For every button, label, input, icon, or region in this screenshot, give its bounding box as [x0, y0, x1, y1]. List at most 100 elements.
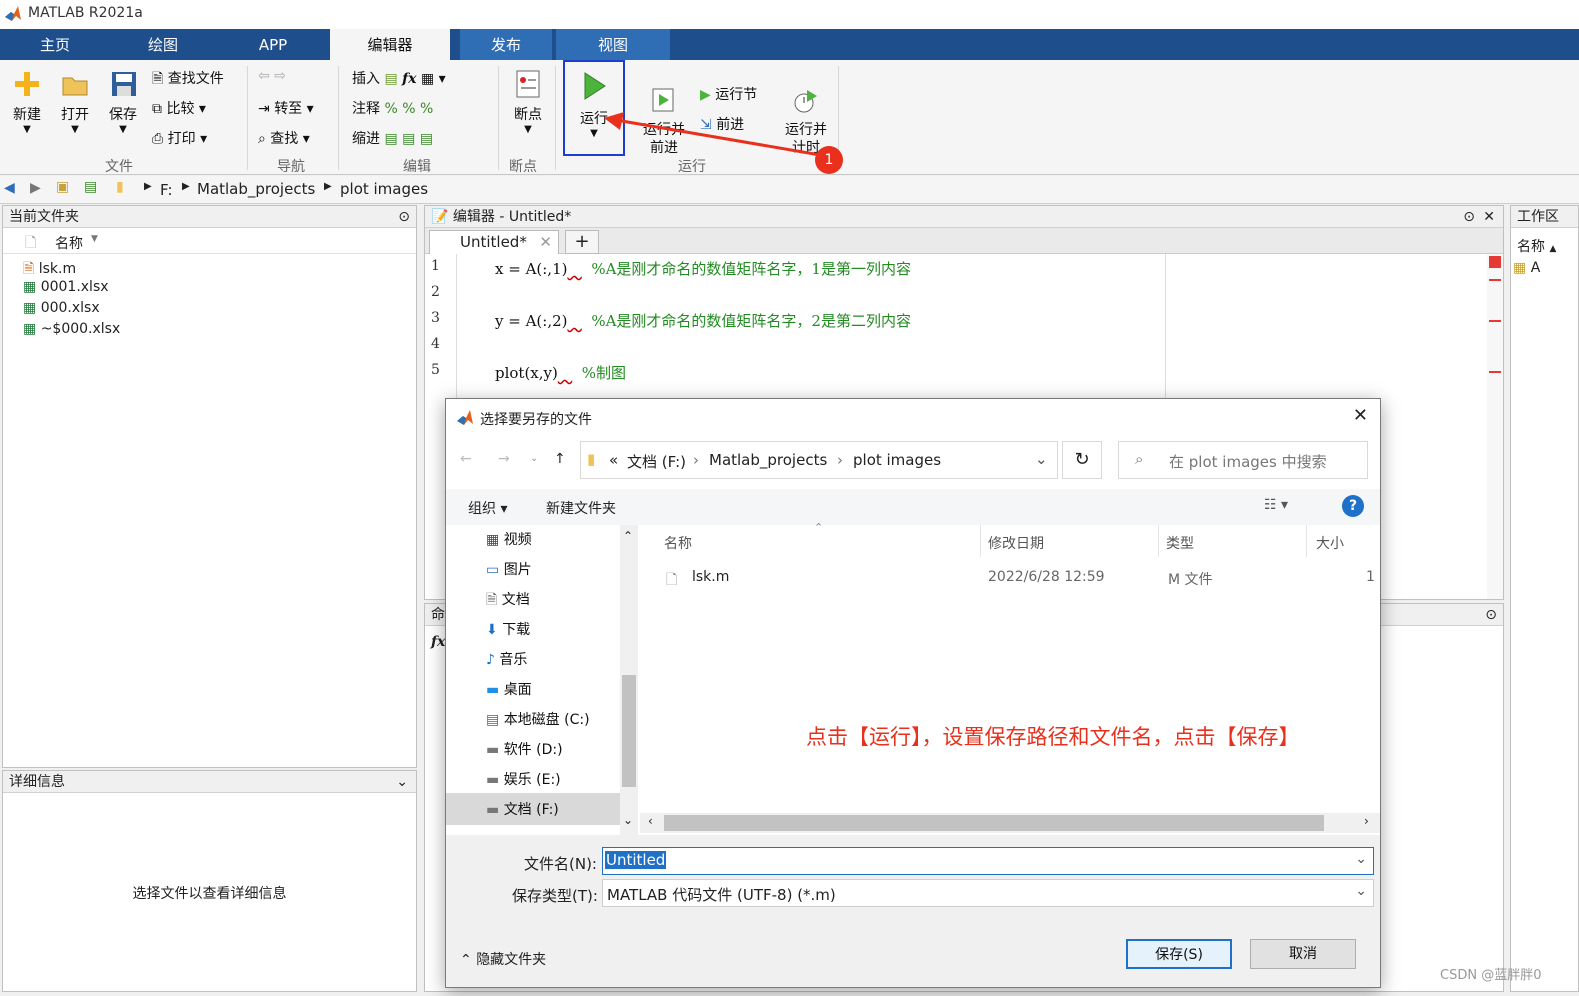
error-indicator[interactable] — [1489, 256, 1501, 268]
nav-item-drive-c[interactable]: ▤ 本地磁盘 (C:) — [486, 705, 590, 735]
nav-item-drive-e[interactable]: ▬ 娱乐 (E:) — [486, 765, 561, 795]
save-button[interactable]: 保存(S) — [1126, 939, 1232, 969]
chevron-down-icon[interactable]: ⌄ — [623, 813, 633, 827]
view-options-icon[interactable]: ☷ ▾ — [1264, 497, 1288, 513]
chevron-down-icon[interactable]: ⌄ — [1355, 883, 1367, 899]
breadcrumb-folder[interactable]: plot images — [340, 180, 428, 198]
goto-button[interactable]: ⇥ 转至 ▾ — [258, 98, 314, 118]
filename-field[interactable]: Untitled ⌄ — [602, 847, 1374, 875]
open-button[interactable]: 打开 ▼ — [56, 68, 94, 135]
chevron-down-icon[interactable]: ⌄ — [1035, 450, 1048, 468]
indent-button[interactable]: 缩进 ▤ ▤ ▤ — [352, 128, 433, 148]
new-folder-button[interactable]: 新建文件夹 — [546, 498, 616, 518]
compare-button[interactable]: ⧉ 比较 ▾ — [152, 98, 206, 118]
table-row[interactable]: 🗋 lsk.m 2022/6/28 12:59 M 文件 1 — [660, 565, 1375, 593]
forward-icon[interactable]: → — [498, 451, 510, 467]
browse-folder-icon[interactable]: ▤ — [84, 179, 97, 195]
nav-item-drive-f[interactable]: ▬ 文档 (F:) — [486, 795, 559, 825]
close-tab-icon[interactable]: ✕ — [539, 231, 552, 253]
warning-mark[interactable] — [1489, 279, 1501, 281]
nav-item-documents[interactable]: 🗎 文档 — [486, 585, 530, 615]
tab-publish[interactable]: 发布 — [460, 29, 552, 60]
new-button[interactable]: 新建 ▼ — [8, 68, 46, 135]
warning-mark[interactable] — [1489, 320, 1501, 322]
column-header-date[interactable]: 修改日期 — [988, 533, 1044, 553]
hide-folders-toggle[interactable]: ⌃ 隐藏文件夹 — [460, 949, 546, 969]
help-icon[interactable]: ? — [1342, 495, 1364, 517]
up-folder-icon[interactable]: ▣ — [56, 179, 69, 195]
chevron-right-icon[interactable]: › — [1364, 814, 1369, 828]
tab-view[interactable]: 视图 — [556, 29, 670, 60]
recent-chevron-icon[interactable]: ⌄ — [530, 453, 538, 464]
chevron-up-icon[interactable]: ⌃ — [623, 529, 633, 543]
forward-icon[interactable]: ▶ — [30, 180, 41, 196]
back-forward-buttons[interactable]: ⇦ ⇨ — [258, 68, 286, 84]
breadcrumb-folder[interactable]: Matlab_projects — [197, 180, 315, 198]
back-icon[interactable]: ◀ — [4, 180, 15, 196]
path-overflow[interactable]: « — [609, 451, 618, 469]
warning-bar[interactable] — [1487, 254, 1503, 599]
nav-item-desktop[interactable]: ▬ 桌面 — [486, 675, 532, 705]
path-segment[interactable]: plot images — [853, 451, 941, 469]
column-header-name[interactable]: 名称 — [664, 533, 692, 553]
refresh-icon[interactable]: ↻ — [1062, 441, 1102, 479]
code-line[interactable]: x = A(:,1) %A是刚才命名的数值矩阵名字，1是第一列内容 — [495, 258, 911, 279]
organize-button[interactable]: 组织 ▾ — [468, 498, 507, 518]
warning-mark[interactable] — [1489, 371, 1501, 373]
workspace-variable[interactable]: ▦ A — [1511, 256, 1578, 280]
save-button[interactable]: 保存 ▼ — [104, 68, 142, 135]
tab-editor[interactable]: 编辑器 — [330, 29, 450, 60]
fx-prompt-icon[interactable]: fx — [431, 634, 445, 650]
list-item[interactable]: ▦ 0001.xlsx — [23, 279, 109, 295]
workspace-column[interactable]: 名称 ▲ — [1511, 228, 1578, 256]
nav-item-videos[interactable]: ▦ 视频 — [486, 525, 532, 555]
variable-name: A — [1530, 260, 1541, 276]
chevron-down-icon[interactable]: ⌄ — [396, 771, 408, 793]
path-bar[interactable]: ▮ « 文档 (F:) › Matlab_projects › plot ima… — [580, 441, 1058, 479]
nav-item-drive-d[interactable]: ▬ 软件 (D:) — [486, 735, 563, 765]
column-header[interactable]: 🗋 名称 ▼ — [3, 228, 416, 254]
list-item[interactable]: ▦ 000.xlsx — [23, 300, 100, 316]
insert-label: 插入 — [352, 71, 380, 87]
tab-home[interactable]: 主页 — [10, 29, 100, 60]
tab-apps[interactable]: APP — [228, 29, 318, 60]
horizontal-scrollbar[interactable]: ‹ › — [640, 813, 1380, 833]
new-tab-button[interactable]: + — [565, 230, 599, 254]
nav-item-music[interactable]: ♪ 音乐 — [486, 645, 527, 675]
details-header[interactable]: 详细信息 ⌄ — [3, 771, 416, 793]
path-segment[interactable]: Matlab_projects — [709, 451, 827, 469]
nav-item-pictures[interactable]: ▭ 图片 — [486, 555, 532, 585]
filetype-select[interactable]: MATLAB 代码文件 (UTF-8) (*.m) ⌄ — [602, 879, 1374, 907]
code-line[interactable]: y = A(:,2) %A是刚才命名的数值矩阵名字，2是第二列内容 — [495, 310, 911, 331]
chevron-down-icon[interactable]: ⌄ — [1355, 851, 1367, 867]
cancel-button[interactable]: 取消 — [1250, 939, 1356, 969]
find-button[interactable]: ⌕ 查找 ▾ — [258, 128, 310, 148]
back-icon[interactable]: ← — [460, 451, 472, 467]
close-icon[interactable]: ✕ — [1353, 405, 1368, 426]
column-header-type[interactable]: 类型 — [1166, 533, 1194, 553]
nav-scrollbar[interactable]: ⌃ ⌄ — [620, 525, 638, 835]
panel-menu-icon[interactable]: ⊙ — [1463, 206, 1475, 228]
breadcrumb-drive[interactable]: F: — [160, 181, 173, 199]
print-button[interactable]: ⎙ 打印 ▾ — [152, 128, 207, 148]
up-icon[interactable]: ↑ — [554, 451, 566, 467]
tab-plots[interactable]: 绘图 — [118, 29, 208, 60]
breakpoints-button[interactable]: 断点 ▼ — [508, 68, 548, 135]
scroll-thumb[interactable] — [622, 675, 636, 787]
panel-menu-icon[interactable]: ⊙ — [398, 206, 410, 228]
insert-button[interactable]: 插入 ▤ fx ▦ ▾ — [352, 68, 446, 88]
scroll-thumb[interactable] — [664, 815, 1324, 831]
ribbon-tab-bar: 主页 绘图 APP 编辑器 发布 视图 ▣ ✂ ❐ ▤ ↶ ↷ ▭ ? ⌕ — [0, 29, 1579, 87]
nav-item-downloads[interactable]: ⬇ 下载 — [486, 615, 530, 645]
path-segment[interactable]: 文档 (F:) — [627, 451, 686, 472]
tab-untitled[interactable]: Untitled* ✕ — [429, 230, 559, 254]
chevron-left-icon[interactable]: ‹ — [648, 814, 653, 828]
find-files-button[interactable]: 🗎 查找文件 — [152, 68, 224, 92]
search-box[interactable]: ⌕ 在 plot images 中搜索 — [1118, 441, 1368, 479]
comment-button[interactable]: 注释 % % % — [352, 98, 433, 118]
list-item[interactable]: ▦ ~$000.xlsx — [23, 321, 120, 337]
close-icon[interactable]: ✕ — [1483, 206, 1495, 228]
column-header-size[interactable]: 大小 — [1316, 533, 1344, 553]
code-line[interactable]: plot(x,y) %制图 — [495, 362, 626, 383]
panel-menu-icon[interactable]: ⊙ — [1485, 604, 1497, 626]
